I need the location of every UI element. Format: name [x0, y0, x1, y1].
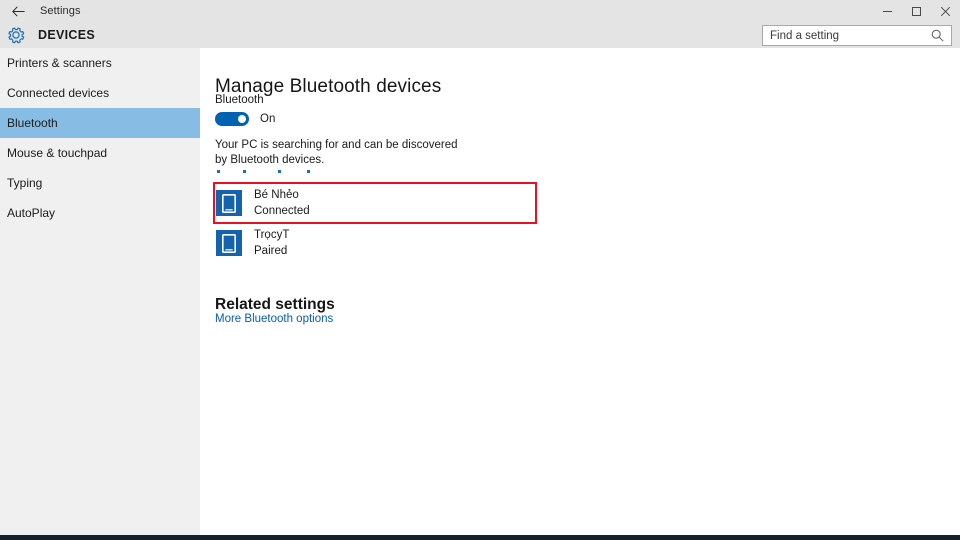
device-info: Bé Nhẻo Connected: [254, 189, 310, 218]
title-bar: Settings: [0, 0, 960, 22]
sidebar-item-printers-scanners[interactable]: Printers & scanners: [0, 48, 200, 78]
device-list-item[interactable]: TrọcyT Paired: [213, 223, 537, 263]
device-name: Bé Nhẻo: [254, 188, 299, 201]
sidebar-item-label: Bluetooth: [7, 116, 58, 130]
device-info: TrọcyT Paired: [254, 229, 289, 258]
back-arrow-icon: [11, 5, 25, 17]
bluetooth-toggle-row: On: [215, 112, 275, 126]
window-title: Settings: [40, 5, 81, 17]
device-name: TrọcyT: [254, 228, 290, 241]
phone-icon: [216, 230, 242, 256]
close-button[interactable]: [931, 0, 960, 22]
related-settings-title: Related settings: [215, 295, 335, 313]
sidebar-item-label: Printers & scanners: [7, 56, 112, 70]
maximize-button[interactable]: [902, 0, 931, 22]
search-box[interactable]: [762, 25, 952, 46]
device-status: Connected: [254, 204, 310, 217]
sidebar-item-autoplay[interactable]: AutoPlay: [0, 198, 200, 228]
bluetooth-device-list: Bé Nhẻo Connected TrọcyT Paired: [213, 183, 537, 263]
header-brand: DEVICES: [6, 22, 95, 48]
progress-dot: [307, 170, 310, 173]
phone-glyph: [222, 193, 236, 213]
maximize-icon: [912, 6, 921, 16]
gear-icon: [8, 27, 25, 44]
minimize-button[interactable]: [873, 0, 902, 22]
more-bluetooth-options-link[interactable]: More Bluetooth options: [215, 313, 333, 325]
header-bar: DEVICES: [0, 22, 960, 48]
bluetooth-section-label: Bluetooth: [215, 94, 264, 106]
page-category-title: DEVICES: [38, 28, 95, 42]
progress-dot: [243, 170, 246, 173]
search-input[interactable]: [763, 26, 928, 45]
magnifier-icon: [931, 29, 944, 42]
minimize-icon: [883, 10, 892, 12]
content-pane: Manage Bluetooth devices Bluetooth On Yo…: [200, 48, 960, 535]
search-icon[interactable]: [928, 29, 951, 42]
sidebar-item-bluetooth[interactable]: Bluetooth: [0, 108, 200, 138]
sidebar-item-connected-devices[interactable]: Connected devices: [0, 78, 200, 108]
sidebar-item-label: Typing: [7, 176, 43, 190]
phone-icon: [216, 190, 242, 216]
sidebar-item-mouse-touchpad[interactable]: Mouse & touchpad: [0, 138, 200, 168]
sidebar-item-label: Mouse & touchpad: [7, 146, 108, 160]
phone-glyph: [222, 233, 236, 253]
progress-dot: [278, 170, 281, 173]
sidebar-item-typing[interactable]: Typing: [0, 168, 200, 198]
searching-progress-dots: [215, 168, 325, 176]
sidebar-item-label: AutoPlay: [7, 206, 56, 220]
settings-window: Settings DEVICES Find a setting Printers…: [0, 0, 960, 540]
device-status: Paired: [254, 244, 288, 257]
close-icon: [940, 6, 951, 16]
device-list-item[interactable]: Bé Nhẻo Connected: [213, 183, 537, 223]
toggle-knob: [238, 115, 246, 123]
bluetooth-toggle-state: On: [260, 113, 276, 125]
sidebar-item-label: Connected devices: [7, 86, 110, 100]
sidebar: Printers & scanners Connected devices Bl…: [0, 48, 200, 535]
progress-dot: [217, 170, 220, 173]
bluetooth-status-text: Your PC is searching for and can be disc…: [215, 139, 458, 166]
bluetooth-toggle[interactable]: [215, 112, 249, 126]
window-controls: [873, 0, 960, 22]
back-button[interactable]: [0, 0, 36, 22]
